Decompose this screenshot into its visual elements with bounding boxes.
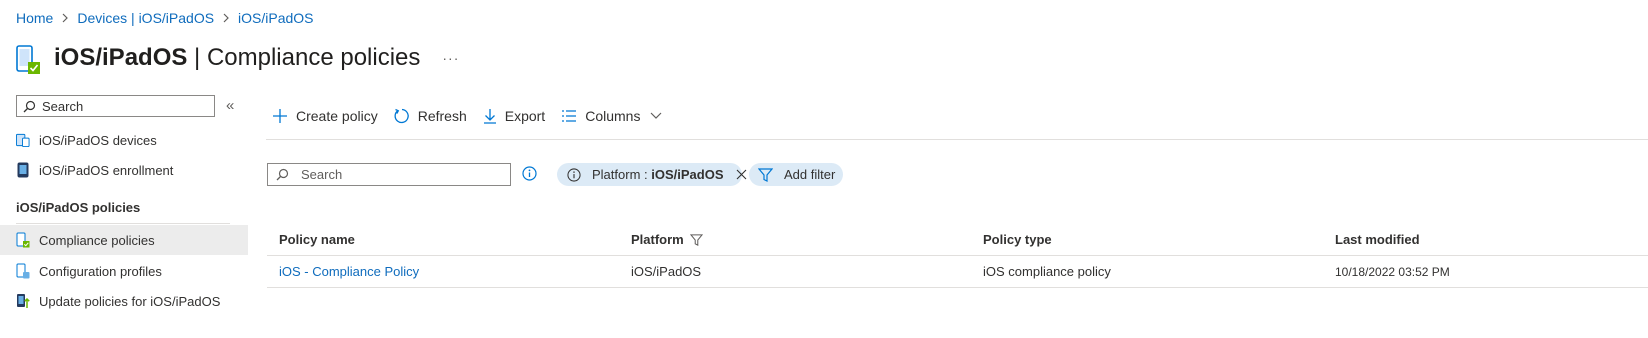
devices-icon xyxy=(16,132,30,148)
sidebar-item-update-policies[interactable]: Update policies for iOS/iPadOS xyxy=(0,286,248,316)
platform-cell: iOS/iPadOS xyxy=(631,264,702,279)
table-row[interactable]: iOS - Compliance Policy iOS/iPadOS iOS c… xyxy=(267,256,1648,288)
compliance-icon xyxy=(16,232,30,248)
breadcrumb-ios[interactable]: iOS/iPadOS xyxy=(238,10,313,26)
policies-table: Policy name Platform Policy type Last mo… xyxy=(267,224,1648,288)
columns-icon xyxy=(561,109,577,123)
filter-icon xyxy=(758,167,773,182)
columns-button[interactable]: Columns xyxy=(561,108,662,124)
command-bar: Create policy Refresh Export Columns xyxy=(272,108,678,124)
last-modified-cell: 10/18/2022 03:52 PM xyxy=(1335,264,1450,279)
sidebar-item-configuration-profiles[interactable]: Configuration profiles xyxy=(0,256,248,286)
create-policy-button[interactable]: Create policy xyxy=(272,108,378,124)
column-header-policy-type[interactable]: Policy type xyxy=(971,232,1323,247)
policy-search-input[interactable]: Search xyxy=(267,163,511,186)
sidebar-item-compliance-policies[interactable]: Compliance policies xyxy=(0,225,248,255)
column-header-platform[interactable]: Platform xyxy=(619,232,971,247)
page-title: iOS/iPadOS | Compliance policies xyxy=(54,44,421,71)
search-icon xyxy=(23,100,36,113)
sidebar-search-input[interactable]: Search xyxy=(16,95,215,117)
add-filter-button[interactable]: Add filter xyxy=(749,163,843,186)
configuration-icon xyxy=(16,263,30,279)
info-icon xyxy=(567,167,581,182)
export-button[interactable]: Export xyxy=(483,108,545,124)
breadcrumb-devices[interactable]: Devices | iOS/iPadOS xyxy=(77,10,214,26)
download-icon xyxy=(483,108,497,124)
sidebar-section-policies: iOS/iPadOS policies xyxy=(16,200,141,215)
column-header-policy-name[interactable]: Policy name xyxy=(267,232,619,247)
column-header-last-modified[interactable]: Last modified xyxy=(1323,232,1648,247)
remove-filter-icon[interactable] xyxy=(736,169,747,180)
sidebar-item-devices[interactable]: iOS/iPadOS devices xyxy=(0,125,248,155)
policy-type-cell: iOS compliance policy xyxy=(983,264,1111,279)
page-header: iOS/iPadOS | Compliance policies ··· xyxy=(16,38,459,78)
update-icon xyxy=(16,293,30,309)
filter-icon[interactable] xyxy=(689,233,703,246)
chevron-down-icon xyxy=(650,112,662,120)
plus-icon xyxy=(272,108,288,124)
enrollment-icon xyxy=(16,162,30,178)
policy-name-link[interactable]: iOS - Compliance Policy xyxy=(279,264,419,279)
info-icon[interactable] xyxy=(522,166,537,181)
search-icon xyxy=(276,168,289,181)
platform-filter-pill[interactable]: Platform : iOS/iPadOS xyxy=(557,163,746,186)
divider xyxy=(266,139,1648,140)
more-options-button[interactable]: ··· xyxy=(442,50,459,66)
refresh-button[interactable]: Refresh xyxy=(394,108,467,124)
breadcrumb-home[interactable]: Home xyxy=(16,10,53,26)
table-header: Policy name Platform Policy type Last mo… xyxy=(267,224,1648,256)
sidebar-item-enrollment[interactable]: iOS/iPadOS enrollment xyxy=(0,155,248,185)
collapse-sidebar-button[interactable]: « xyxy=(226,97,234,114)
chevron-right-icon xyxy=(61,13,69,23)
breadcrumb: Home Devices | iOS/iPadOS iOS/iPadOS xyxy=(16,10,314,26)
divider xyxy=(16,223,230,224)
refresh-icon xyxy=(394,108,410,124)
device-compliance-icon xyxy=(16,44,42,78)
chevron-right-icon xyxy=(222,13,230,23)
